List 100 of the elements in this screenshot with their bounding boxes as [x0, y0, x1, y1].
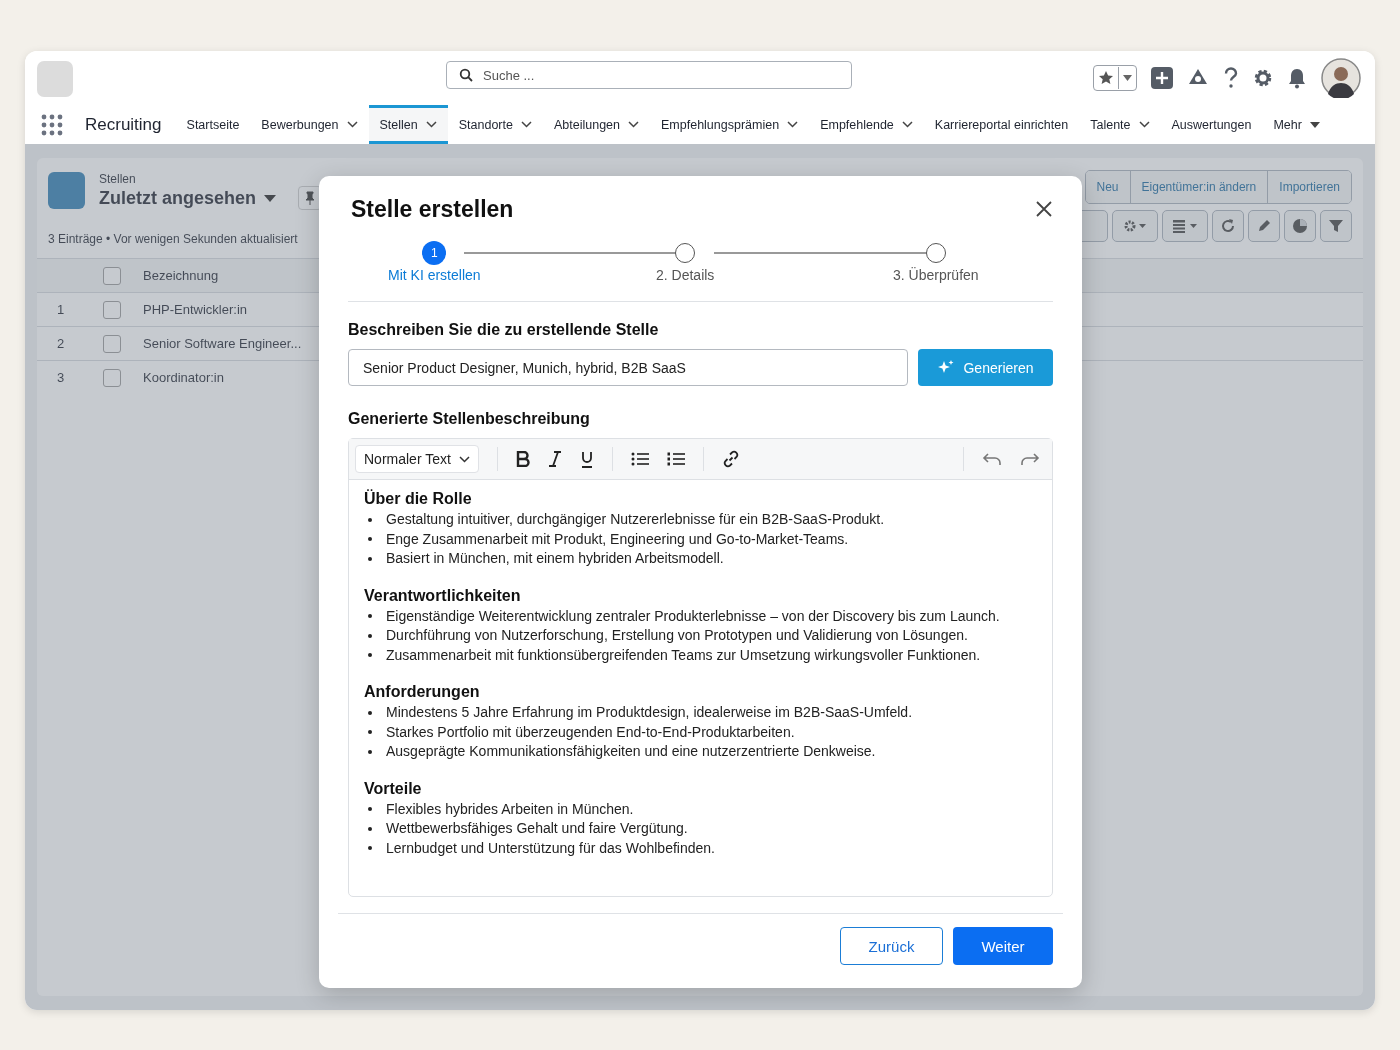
refresh-button[interactable]: [1212, 210, 1244, 242]
chevron-icon: [1138, 121, 1150, 128]
bulleted-list-icon[interactable]: [630, 452, 649, 466]
list-item: Basiert in München, mit einem hybriden Arbeitsmodell.: [386, 549, 724, 568]
dialog-title: Stelle erstellen: [351, 195, 514, 223]
nav-tab[interactable]: Stellen: [368, 105, 448, 144]
refresh-icon: [1220, 218, 1236, 234]
table-icon: [1173, 219, 1197, 233]
bullet-icon: [368, 537, 372, 542]
chevron-icon: [520, 121, 532, 128]
nav-tab[interactable]: Karriereportal einrichten: [923, 105, 1080, 144]
nav-tab[interactable]: Startseite: [175, 105, 251, 144]
chevron-icon: [901, 121, 913, 128]
list-item: Lernbudget und Unterstützung für das Wohlbefinden.: [386, 838, 715, 858]
back-button[interactable]: Zurück: [840, 927, 943, 965]
add-icon[interactable]: [1151, 67, 1173, 89]
app-launcher-icon[interactable]: [41, 113, 63, 136]
table-cell: Senior Software Engineer...: [143, 336, 302, 351]
edit-button[interactable]: [1248, 210, 1280, 242]
link-icon[interactable]: [721, 450, 740, 468]
chevron-icon: [346, 121, 358, 128]
pie-chart-icon: [1292, 218, 1308, 234]
help-icon[interactable]: [1223, 67, 1239, 89]
bullet-icon: [368, 633, 372, 638]
table-cell: Koordinator:in: [143, 370, 224, 385]
chevron-icon: [425, 121, 437, 128]
description-label: Generierte Stellenbeschreibung: [348, 409, 590, 429]
avatar[interactable]: [1321, 58, 1361, 98]
bold-icon[interactable]: [515, 451, 530, 467]
column-header[interactable]: Bezeichnung: [143, 268, 219, 283]
app-name: Recruiting: [85, 114, 162, 135]
list-item: Gestaltung intuitiver, durchgängiger Nutzererlebnisse für ein B2B-SaaS-Produkt.: [386, 510, 885, 529]
favorites-button[interactable]: [1093, 65, 1137, 91]
pencil-icon: [1256, 218, 1272, 234]
select-all-checkbox[interactable]: [103, 266, 121, 285]
pin-icon: [305, 191, 316, 205]
underline-icon[interactable]: [579, 450, 594, 468]
numbered-list-icon[interactable]: [666, 452, 685, 466]
row-number: 1: [56, 302, 66, 317]
bullet-icon: [368, 517, 372, 522]
nav-tab[interactable]: Standorte: [447, 105, 543, 144]
logo-placeholder: [37, 61, 73, 97]
prompt-label: Beschreiben Sie die zu erstellende Stelle: [348, 320, 659, 340]
nav-tab[interactable]: Talente: [1079, 105, 1161, 144]
caret-icon: [1123, 75, 1132, 81]
row-checkbox[interactable]: [103, 300, 121, 319]
step-marker: 1: [422, 241, 447, 265]
undo-icon[interactable]: [982, 452, 1002, 466]
nav-tab[interactable]: Empfehlende: [809, 105, 924, 144]
list-item: Zusammenarbeit mit funktionsübergreifenden Teams zur Umsetzung wirkungsvoller Funktionen.: [386, 645, 981, 665]
settings-menu-button[interactable]: [1112, 210, 1158, 242]
prompt-field[interactable]: Senior Product Designer, Munich, hybrid, B2B SaaS: [348, 349, 908, 386]
step-label: 2. Details: [656, 267, 715, 283]
section-heading: Verantwortlichkeiten: [364, 586, 522, 605]
format-dropdown[interactable]: Normaler Text: [355, 445, 479, 473]
nav-tab[interactable]: Empfehlungsprämien: [650, 105, 810, 144]
filter-icon: [1328, 218, 1344, 234]
bullet-icon: [368, 556, 372, 561]
step-label: 3. Überprüfen: [893, 267, 979, 283]
list-item: Starkes Portfolio mit überzeugenden End-to-End-Produktarbeiten.: [386, 722, 795, 742]
list-view-title[interactable]: Zuletzt angesehen: [99, 187, 257, 209]
list-item: Durchführung von Nutzerforschung, Erstellung von Prototypen und Validierung von Lösungen.: [386, 626, 968, 645]
row-number: 3: [56, 370, 66, 385]
row-checkbox[interactable]: [103, 368, 121, 387]
display-menu-button[interactable]: [1162, 210, 1208, 242]
list-item: Ausgeprägte Kommunikationsfähigkeiten und eine nutzerzentrierte Denkweise.: [386, 742, 876, 761]
bullet-icon: [368, 710, 372, 715]
chevron-icon: [458, 455, 470, 463]
bullet-icon: [368, 653, 372, 658]
bell-icon[interactable]: [1287, 67, 1307, 89]
section-heading: Anforderungen: [364, 683, 481, 701]
bullet-icon: [368, 749, 372, 754]
search-field[interactable]: Suche ...: [446, 61, 852, 89]
italic-icon[interactable]: [547, 451, 562, 467]
next-button[interactable]: Weiter: [953, 927, 1053, 965]
close-icon[interactable]: [1035, 200, 1053, 218]
chart-button[interactable]: [1284, 210, 1316, 242]
row-checkbox[interactable]: [103, 334, 121, 353]
bullet-icon: [368, 614, 372, 619]
rich-text-editor[interactable]: [348, 438, 1053, 897]
gear-icon: [1124, 219, 1146, 233]
filter-button[interactable]: [1320, 210, 1352, 242]
row-number: 2: [56, 336, 66, 351]
caret-icon: [1309, 121, 1320, 128]
bullet-icon: [368, 807, 372, 812]
chevron-icon: [787, 121, 799, 128]
settings-icon[interactable]: [1253, 68, 1273, 88]
object-name: Stellen: [99, 172, 137, 186]
list-item: Enge Zusammenarbeit mit Produkt, Engineering und Go-to-Market-Teams.: [386, 529, 849, 549]
redo-icon[interactable]: [1020, 452, 1040, 466]
caret-icon[interactable]: [264, 194, 277, 202]
nav-tab[interactable]: Mehr: [1262, 105, 1331, 144]
nav-tab[interactable]: Bewerbungen: [250, 105, 369, 144]
table-cell: PHP-Entwickler:in: [143, 302, 248, 317]
nav-tab[interactable]: Abteilungen: [542, 105, 650, 144]
object-icon: [48, 172, 85, 209]
bullet-icon: [368, 846, 372, 851]
list-item: Flexibles hybrides Arbeiten in München.: [386, 799, 634, 819]
nav-tab[interactable]: Auswertungen: [1160, 105, 1263, 144]
section-heading: Vorteile: [364, 779, 423, 798]
